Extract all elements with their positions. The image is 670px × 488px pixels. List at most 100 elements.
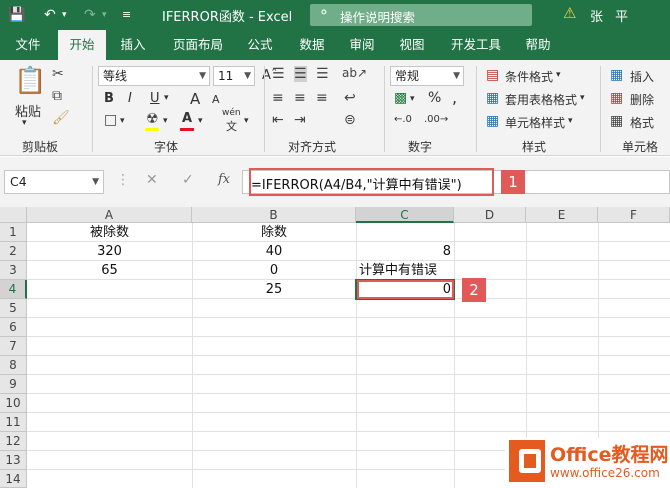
merge-center-icon[interactable]: ⊜: [344, 112, 356, 128]
phonetic-button[interactable]: wén: [222, 108, 241, 118]
chevron-down-icon[interactable]: ▾: [580, 93, 585, 103]
number-format-combo[interactable]: 常规 ▼: [390, 66, 464, 86]
cell-c2[interactable]: 8: [356, 242, 454, 261]
align-right-icon[interactable]: ≡: [316, 90, 328, 106]
chevron-down-icon[interactable]: ▾: [556, 70, 561, 80]
cell-b3[interactable]: 0: [192, 261, 356, 280]
cell-c3[interactable]: 计算中有错误: [356, 261, 454, 280]
insert-cells-button[interactable]: 插入: [630, 68, 654, 85]
row-header-4[interactable]: 4: [0, 280, 27, 299]
undo-dropdown-icon[interactable]: ▾: [62, 5, 67, 25]
wrap-text-icon[interactable]: ↩: [344, 90, 356, 106]
cut-icon[interactable]: ✂: [52, 66, 64, 82]
align-center-icon[interactable]: ≡: [294, 90, 306, 106]
tab-review[interactable]: 审阅: [340, 30, 384, 60]
border-icon[interactable]: □: [104, 112, 117, 128]
row-header-11[interactable]: 11: [0, 413, 27, 432]
column-header-e[interactable]: E: [526, 207, 598, 223]
fill-color-dropdown-icon[interactable]: ▾: [163, 116, 168, 126]
column-header-d[interactable]: D: [454, 207, 526, 223]
border-dropdown-icon[interactable]: ▾: [120, 116, 125, 126]
increase-decimal-icon[interactable]: ←.0: [394, 114, 412, 125]
paste-dropdown-icon[interactable]: ▾: [22, 118, 27, 128]
row-header-8[interactable]: 8: [0, 356, 27, 375]
insert-function-button[interactable]: fx: [218, 172, 230, 187]
font-grow-button[interactable]: A: [190, 90, 200, 108]
align-bottom-icon[interactable]: ☰: [316, 66, 329, 82]
cell-a2[interactable]: 320: [27, 242, 192, 261]
row-header-5[interactable]: 5: [0, 299, 27, 318]
format-painter-icon[interactable]: 🖌: [52, 110, 70, 126]
font-color-dropdown-icon[interactable]: ▾: [198, 116, 203, 126]
tab-file[interactable]: 文件: [4, 30, 52, 60]
decrease-indent-icon[interactable]: ⇤: [272, 112, 284, 128]
chevron-down-icon[interactable]: ▾: [568, 116, 573, 126]
underline-dropdown-icon[interactable]: ▾: [164, 93, 169, 103]
row-header-6[interactable]: 6: [0, 318, 27, 337]
phonetic-icon[interactable]: 文: [226, 118, 237, 134]
tell-me-search[interactable]: ⚬ 操作说明搜索: [310, 4, 532, 26]
cancel-icon[interactable]: ✕: [146, 172, 158, 188]
cell-b2[interactable]: 40: [192, 242, 356, 261]
customize-toolbar-icon[interactable]: ≡: [122, 5, 131, 25]
decrease-decimal-icon[interactable]: .00→: [424, 114, 448, 125]
fill-color-icon[interactable]: ☢: [146, 111, 159, 127]
tab-view[interactable]: 视图: [390, 30, 434, 60]
name-box[interactable]: C4 ▼: [4, 170, 104, 194]
paste-icon[interactable]: 📋: [14, 66, 46, 96]
cell-styles-button[interactable]: 单元格样式: [505, 114, 565, 131]
underline-button[interactable]: U: [150, 91, 160, 106]
warning-icon[interactable]: ⚠: [563, 4, 576, 22]
column-header-a[interactable]: A: [27, 207, 192, 223]
format-as-table-button[interactable]: 套用表格格式: [505, 91, 577, 108]
row-header-3[interactable]: 3: [0, 261, 27, 280]
row-header-10[interactable]: 10: [0, 394, 27, 413]
redo-dropdown-icon[interactable]: ▾: [102, 5, 107, 25]
tab-page-layout[interactable]: 页面布局: [162, 30, 234, 60]
column-header-f[interactable]: F: [598, 207, 670, 223]
tab-developer[interactable]: 开发工具: [442, 30, 510, 60]
paste-button[interactable]: 粘贴: [15, 101, 41, 120]
column-header-c[interactable]: C: [356, 207, 454, 223]
row-header-12[interactable]: 12: [0, 432, 27, 451]
font-size-combo[interactable]: 11 ▼: [213, 66, 255, 86]
tab-formulas[interactable]: 公式: [238, 30, 282, 60]
row-header-2[interactable]: 2: [0, 242, 27, 261]
tab-insert[interactable]: 插入: [110, 30, 156, 60]
align-top-icon[interactable]: ☰: [272, 66, 285, 82]
increase-indent-icon[interactable]: ⇥: [294, 112, 306, 128]
save-icon[interactable]: 💾: [8, 5, 25, 25]
row-header-7[interactable]: 7: [0, 337, 27, 356]
bold-button[interactable]: B: [104, 91, 114, 106]
column-header-b[interactable]: B: [192, 207, 356, 223]
percent-button[interactable]: %: [428, 90, 441, 106]
copy-icon[interactable]: ⧉: [52, 88, 62, 104]
format-cells-button[interactable]: 格式: [630, 114, 654, 131]
accounting-dropdown-icon[interactable]: ▾: [410, 94, 415, 104]
orientation-icon[interactable]: ab↗: [342, 66, 367, 80]
tab-help[interactable]: 帮助: [516, 30, 560, 60]
italic-button[interactable]: I: [128, 91, 132, 106]
row-header-1[interactable]: 1: [0, 223, 27, 242]
select-all-corner[interactable]: [0, 207, 27, 223]
phonetic-dropdown-icon[interactable]: ▾: [244, 116, 249, 126]
user-name[interactable]: 张 平: [590, 6, 632, 25]
conditional-formatting-button[interactable]: 条件格式: [505, 68, 553, 85]
font-name-combo[interactable]: 等线 ▼: [98, 66, 210, 86]
align-middle-icon[interactable]: ☰: [294, 66, 307, 82]
accounting-format-icon[interactable]: ▩: [394, 90, 407, 106]
cell-a3[interactable]: 65: [27, 261, 192, 280]
tab-home[interactable]: 开始: [58, 30, 106, 60]
cell-b4[interactable]: 25: [192, 280, 356, 299]
undo-icon[interactable]: ↶: [44, 5, 56, 25]
font-color-icon[interactable]: A: [182, 111, 192, 126]
comma-button[interactable]: ,: [452, 88, 457, 107]
cell-a1[interactable]: 被除数: [27, 223, 192, 242]
cell-b1[interactable]: 除数: [192, 223, 356, 242]
row-header-13[interactable]: 13: [0, 451, 27, 470]
row-header-9[interactable]: 9: [0, 375, 27, 394]
row-header-14[interactable]: 14: [0, 470, 27, 488]
delete-cells-button[interactable]: 删除: [630, 91, 654, 108]
font-shrink-button[interactable]: A: [212, 93, 220, 106]
redo-icon[interactable]: ↷: [84, 5, 96, 25]
